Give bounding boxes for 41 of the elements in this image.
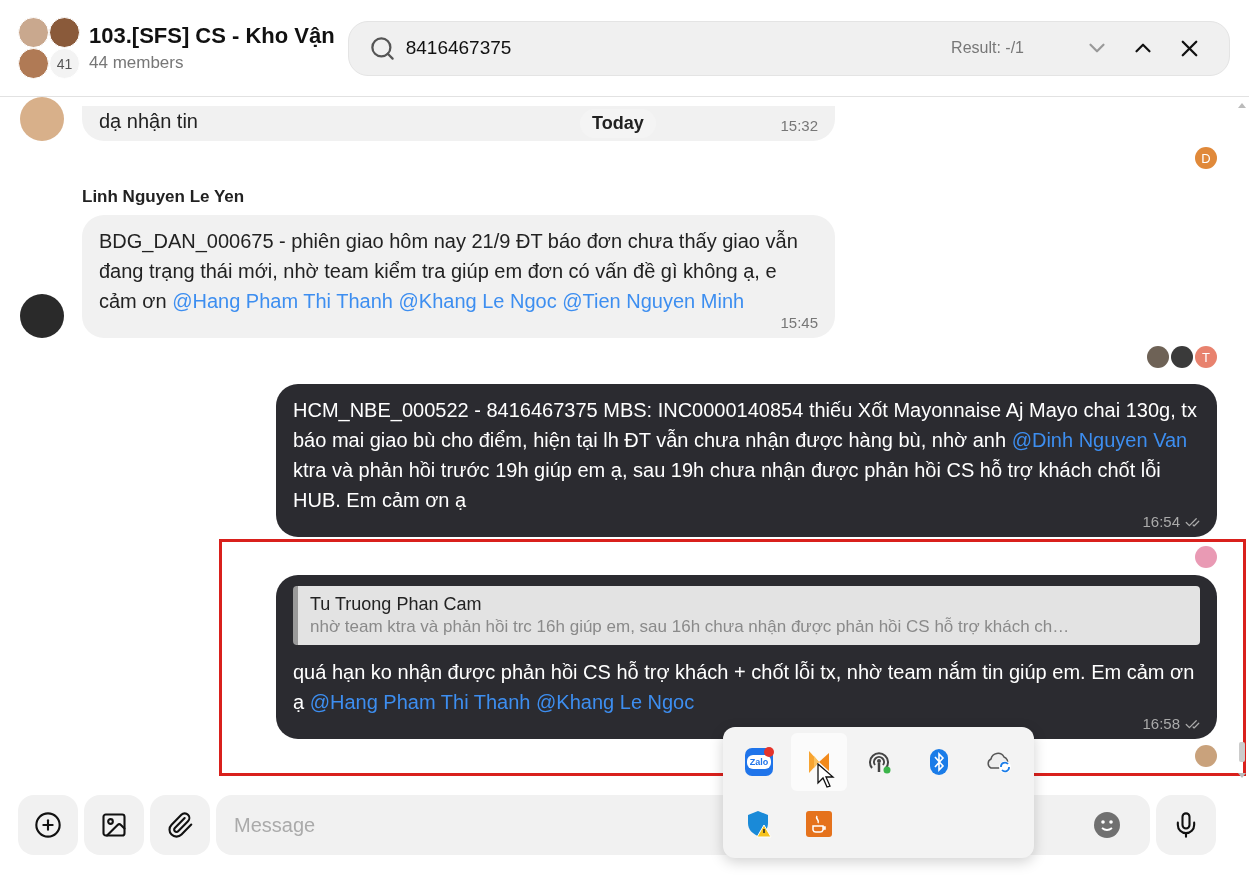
reader-avatar: D (1195, 147, 1217, 169)
member-count: 41 (49, 48, 80, 79)
paperclip-icon (166, 811, 194, 839)
member-count-text: 44 members (89, 53, 185, 73)
reader-avatar: T (1195, 346, 1217, 368)
quoted-sender: Tu Truong Phan Cam (310, 594, 483, 615)
tray-item[interactable]: Zalo (731, 733, 787, 791)
plus-circle-icon (34, 811, 62, 839)
cloud-sync-icon (985, 750, 1013, 774)
quoted-message[interactable]: Tu Truong Phan Cam nhờ team ktra và phản hồi trc 16h giúp em, sau 16h chưa nhận được phản hồi CS hỗ trợ khách ch… (293, 586, 1200, 645)
emoji-icon[interactable] (1094, 812, 1120, 838)
sender-name: Linh Nguyen Le Yen (82, 187, 245, 207)
bluetooth-icon (930, 749, 948, 775)
image-icon (100, 811, 128, 839)
search-icon (368, 34, 396, 62)
message-time: 16:58 (1142, 714, 1180, 734)
message-time: 15:45 (780, 313, 818, 333)
search-field[interactable]: 8416467375 (405, 37, 952, 59)
add-button[interactable] (18, 795, 78, 855)
logo-text: Zalo (746, 755, 772, 769)
hotspot-icon (866, 749, 892, 775)
microphone-button[interactable] (1156, 795, 1216, 855)
message-time: 16:54 (1142, 512, 1180, 532)
member-photo (18, 17, 49, 48)
cup-app-icon (806, 811, 832, 837)
cursor-icon (817, 763, 837, 789)
member-photo (18, 48, 49, 79)
message-text: HCM_NBE_000522 - 8416467375 MBS: INC0000140854 thiếu Xốt Mayonnaise Aj Mayo chai 130g, tx báo mai giao bù cho điểm, hiện tại lh ĐT vẫn chưa nhận được hàng bù, nhờ anh @Dinh Nguyen Van ktra và phản hồi trước 19h giúp em ạ, sau 19h chưa nhận được phản hồi CS hỗ trợ khách chốt lỗi HUB. Em cảm ơn ạ (293, 398, 1198, 513)
member-photo (49, 17, 80, 48)
message-text: quá hạn ko nhận được phản hồi CS hỗ trợ khách + chốt lỗi tx, nhờ team nắm tin giúp em. Em cảm ơn ạ @Hang Pham Thi Thanh @Khang Le Ngoc (293, 660, 1196, 715)
attach-button[interactable] (150, 795, 210, 855)
quoted-text: nhờ team ktra và phản hồi trc 16h giúp em, sau 16h chưa nhận được phản hồi CS hỗ trợ khách ch… (310, 617, 1071, 637)
tray-item[interactable] (791, 733, 847, 791)
message-text: dạ nhận tin (99, 109, 198, 134)
result-count: Result: -/1 (951, 39, 1024, 57)
message-time: 15:32 (780, 116, 818, 136)
group-title: 103.[SFS] CS - Kho Vận (89, 23, 335, 49)
image-button[interactable] (84, 795, 144, 855)
message-text: BDG_DAN_000675 - phiên giao hôm nay 21/9 ĐT báo đơn chưa thấy giao vẫn đang trạng thái mới, nhờ team kiểm tra giúp em đơn có vấn đề gì không ạ, e cảm ơn @Hang Pham Thi Thanh @Khang Le Ngoc @Tien Nguyen Minh (99, 229, 799, 314)
message-input[interactable]: Message (234, 813, 1094, 837)
shield-warning-icon (746, 810, 772, 838)
